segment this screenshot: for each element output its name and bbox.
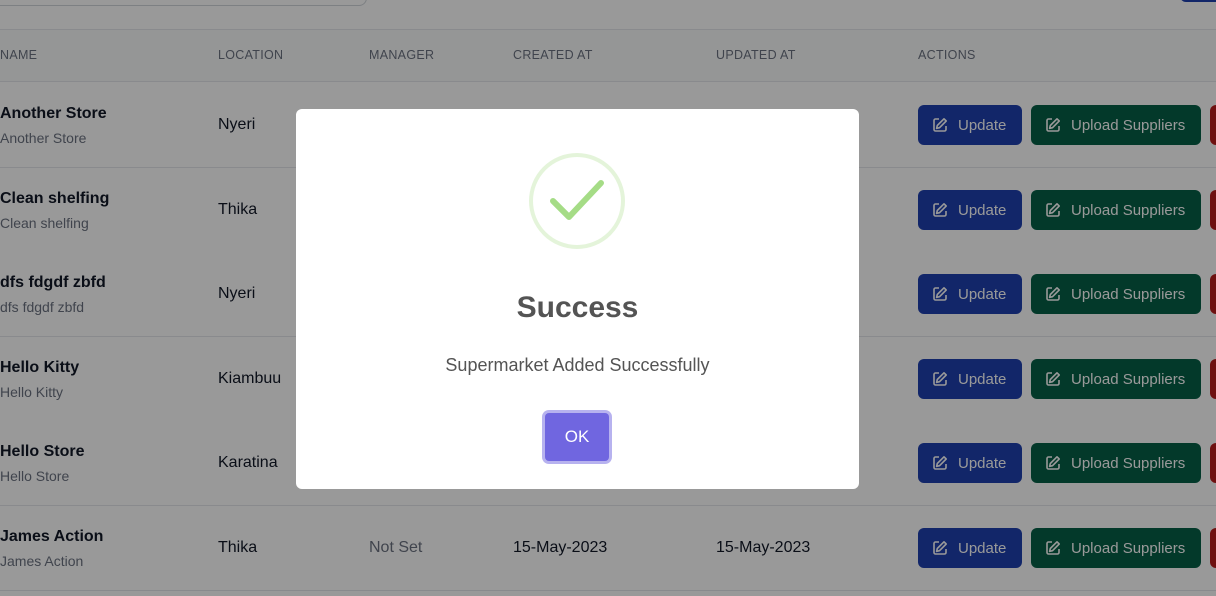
dialog-title: Success	[516, 291, 639, 324]
ok-button[interactable]: OK	[545, 413, 609, 461]
success-check-icon	[529, 153, 625, 249]
dialog-message: Supermarket Added Successfully	[445, 355, 710, 375]
store-list-page: NAME LOCATION MANAGER CREATED AT UPDATED…	[0, 0, 1216, 596]
success-dialog: Success Supermarket Added Successfully O…	[296, 109, 859, 489]
